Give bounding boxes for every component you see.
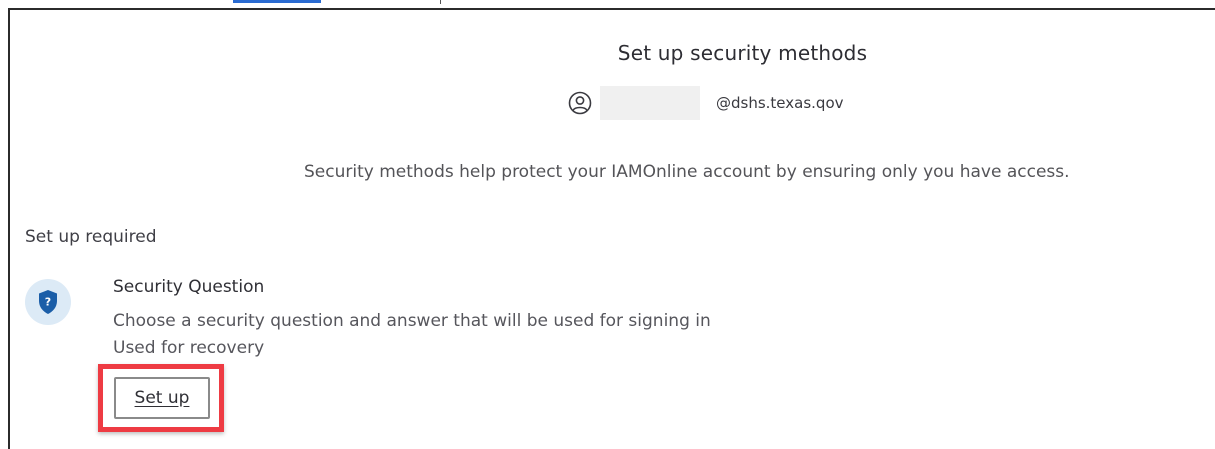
security-question-icon-badge: ? (25, 279, 71, 325)
user-identity: @dshs.texas.qov (568, 86, 844, 120)
method-title: Security Question (113, 277, 265, 297)
redacted-username (600, 86, 700, 120)
method-description: Choose a security question and answer th… (113, 311, 711, 331)
page: Set up security methods @dshs.texas.qov … (0, 0, 1215, 449)
setup-button[interactable]: Set up (114, 377, 210, 419)
setup-required-heading: Set up required (25, 227, 157, 247)
user-circle-icon (568, 91, 592, 115)
shield-question-glyph: ? (45, 296, 51, 309)
security-methods-description: Security methods help protect your IAMOn… (304, 162, 1070, 182)
security-question-shield-icon: ? (39, 290, 57, 314)
top-separator-mark (440, 0, 441, 4)
top-link-underline[interactable] (233, 0, 321, 3)
email-domain: @dshs.texas.qov (716, 94, 844, 112)
method-usage: Used for recovery (113, 338, 265, 358)
page-title: Set up security methods (617, 41, 868, 65)
